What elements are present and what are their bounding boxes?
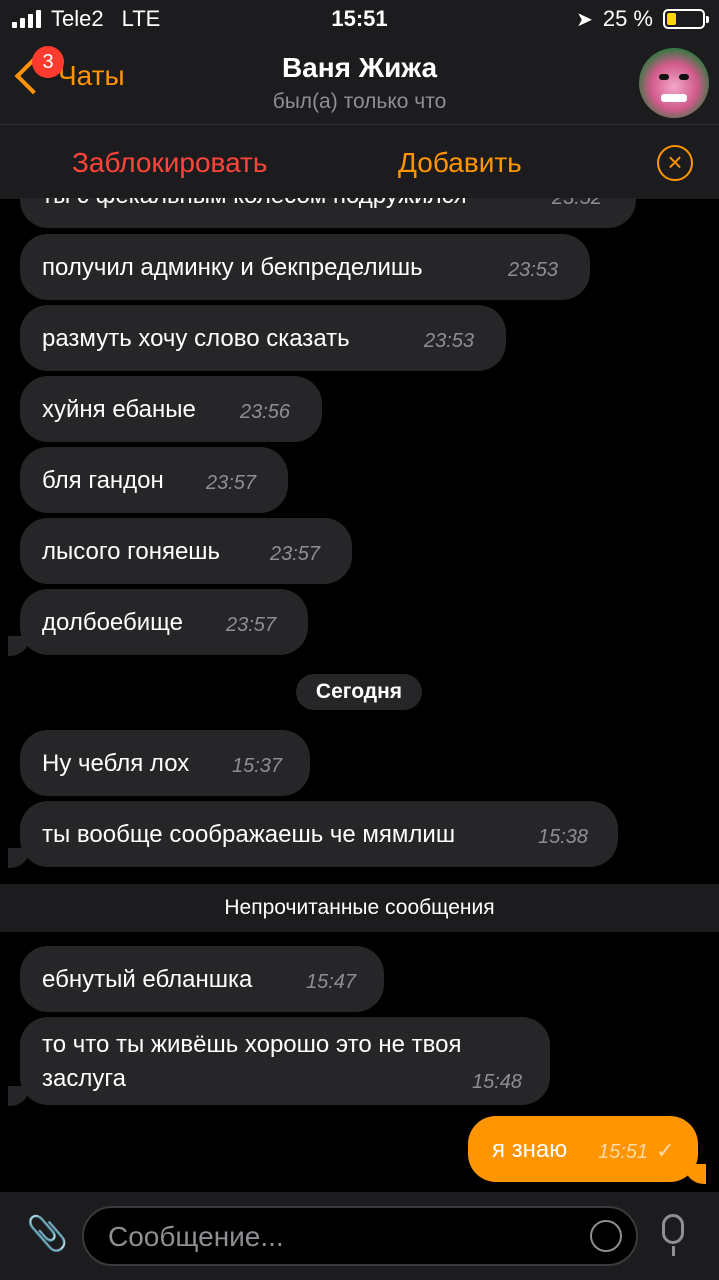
microphone-stand <box>672 1246 675 1256</box>
last-seen-status: был(а) только что <box>272 90 447 113</box>
message-time: 15:48 <box>472 1071 523 1093</box>
sticker-icon[interactable] <box>590 1220 622 1252</box>
avatar[interactable] <box>639 48 709 118</box>
message-bubble[interactable]: хуйня ебаные 23:56 <box>20 376 322 442</box>
message-text: я знаю <box>492 1136 568 1163</box>
message-text: ты вообще соображаешь че мямлиш <box>42 821 456 848</box>
message-text: бля гандон <box>42 467 164 494</box>
message-time: 23:56 <box>240 401 291 423</box>
message-bubble[interactable]: получил админку и бекпределишь 23:53 <box>20 234 590 300</box>
message-text: ебнутый ебланшка <box>42 966 253 993</box>
message-list[interactable]: ты с фекальным колесом подружился 23:52 … <box>0 198 719 1192</box>
close-icon[interactable]: × <box>657 145 693 181</box>
message-time: 23:53 <box>508 259 559 281</box>
message-text: получил админку и бекпределишь <box>42 254 423 281</box>
message-text: ты с фекальным колесом подружился <box>42 198 467 210</box>
attachment-icon[interactable]: 📎 <box>26 1214 68 1254</box>
message-time: 15:47 <box>306 971 357 993</box>
message-time: 15:37 <box>232 755 283 777</box>
battery-percent: 25 % <box>602 6 653 31</box>
message-bubble[interactable]: долбоебище 23:57 <box>20 589 308 655</box>
battery-icon <box>663 9 709 29</box>
message-time: 15:38 <box>538 826 589 848</box>
block-button[interactable]: Заблокировать <box>72 147 267 179</box>
contact-name[interactable]: Ваня Жижа <box>0 52 719 84</box>
add-contact-button[interactable]: Добавить <box>398 147 522 179</box>
status-right: ➤ 25 % <box>576 6 709 32</box>
message-bubble[interactable]: бля гандон 23:57 <box>20 447 288 513</box>
message-time: 23:53 <box>424 330 475 352</box>
check-icon: ✓ <box>656 1138 675 1163</box>
microphone-icon[interactable] <box>662 1214 684 1244</box>
input-bar: 📎 <box>0 1192 719 1280</box>
message-time: 15:51 <box>598 1141 649 1163</box>
message-bubble[interactable]: ебнутый ебланшка 15:47 <box>20 946 384 1012</box>
status-bar: Tele2 LTE 15:51 ➤ 25 % <box>0 0 719 40</box>
message-input[interactable] <box>106 1218 580 1256</box>
message-time: 23:52 <box>552 198 603 209</box>
message-field[interactable] <box>82 1206 638 1266</box>
location-icon: ➤ <box>576 8 593 31</box>
message-text: то что ты живёшь хорошо это не твоя <box>42 1031 462 1058</box>
battery-fill <box>667 13 676 25</box>
message-text: размуть хочу слово сказать <box>42 325 350 352</box>
message-bubble[interactable]: размуть хочу слово сказать 23:53 <box>20 305 506 371</box>
message-text: лысого гоняешь <box>42 538 221 565</box>
chat-header: Чаты 3 Ваня Жижа был(а) только что <box>0 40 719 124</box>
message-bubble[interactable]: ты вообще соображаешь че мямлиш 15:38 <box>20 801 618 867</box>
action-bar: Заблокировать Добавить × <box>0 124 719 199</box>
date-separator: Сегодня <box>296 674 422 710</box>
message-bubble[interactable]: Ну чебля лох 15:37 <box>20 730 310 796</box>
message-time: 23:57 <box>270 543 321 565</box>
unread-separator: Непрочитанные сообщения <box>0 884 719 932</box>
message-text: Ну чебля лох <box>42 750 190 777</box>
message-text: долбоебище <box>42 609 183 636</box>
message-bubble[interactable]: лысого гоняешь 23:57 <box>20 518 352 584</box>
message-text-line2: заслуга <box>42 1065 126 1092</box>
message-time: 23:57 <box>226 614 277 636</box>
message-bubble[interactable]: то что ты живёшь хорошо это не твоя засл… <box>20 1017 550 1105</box>
message-text: хуйня ебаные <box>42 396 196 423</box>
outgoing-message-bubble[interactable]: я знаю 15:51 ✓ <box>468 1116 698 1182</box>
message-bubble[interactable]: ты с фекальным колесом подружился 23:52 <box>20 198 636 228</box>
message-time: 23:57 <box>206 472 257 494</box>
